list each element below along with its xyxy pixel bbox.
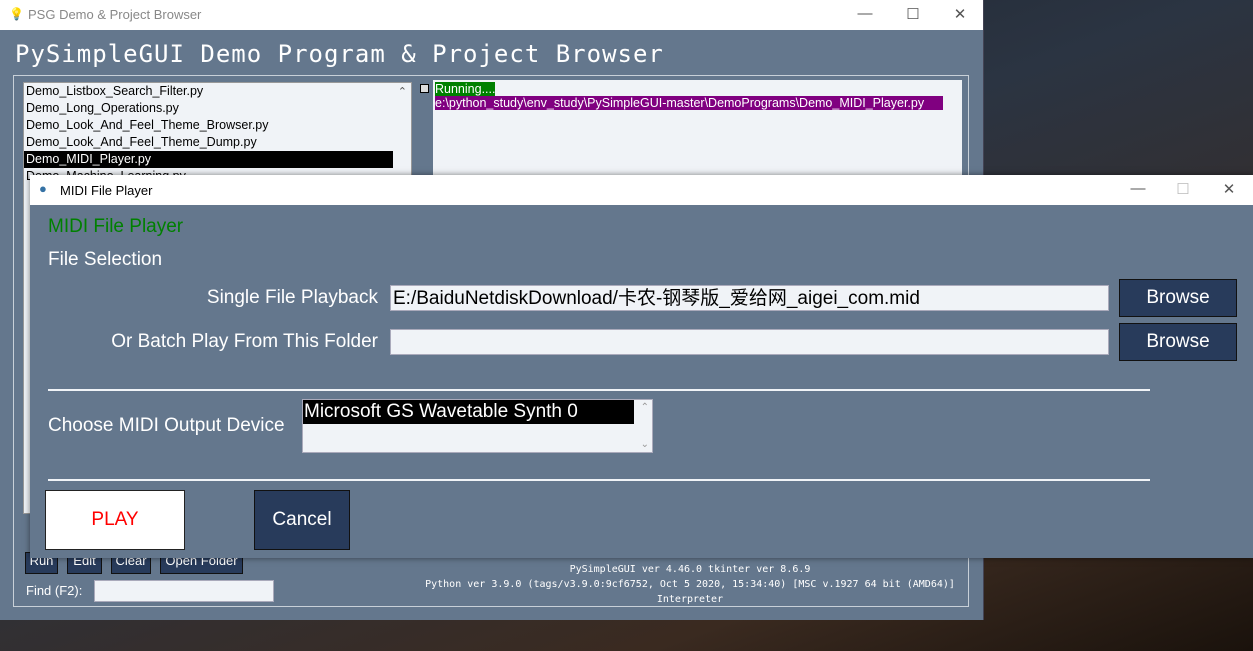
output-path: e:\python_study\env_study\PySimpleGUI-ma…	[435, 96, 943, 110]
dialog-title-bar: ● MIDI File Player — ☐ ✕	[30, 175, 1253, 205]
minimize-button[interactable]: —	[1123, 180, 1153, 197]
main-title-bar: 💡 PSG Demo & Project Browser — ☐ ✕	[0, 0, 983, 30]
interpreter-info: Interpreter	[656, 594, 724, 605]
device-label: Choose MIDI Output Device	[48, 415, 285, 436]
scroll-up-icon[interactable]: ⌃	[641, 402, 649, 413]
window-title: PSG Demo & Project Browser	[28, 7, 202, 22]
divider	[48, 389, 1150, 391]
version-info: PySimpleGUI ver 4.46.0 tkinter ver 8.6.9	[569, 564, 811, 575]
maximize-button[interactable]: ☐	[1168, 180, 1198, 198]
section-label: File Selection	[48, 249, 163, 270]
dialog-title: MIDI File Player	[60, 183, 153, 198]
close-button[interactable]: ✕	[945, 5, 975, 23]
scroll-down-icon[interactable]: ⌄	[641, 439, 649, 450]
list-item[interactable]: Demo_Look_And_Feel_Theme_Dump.py	[24, 134, 411, 151]
single-file-label: Single File Playback	[206, 287, 378, 308]
browse-file-button[interactable]: Browse	[1119, 279, 1237, 317]
python-info: Python ver 3.9.0 (tags/v3.9.0:9cf6752, O…	[425, 579, 955, 590]
cancel-button[interactable]: Cancel	[254, 490, 350, 550]
divider	[48, 479, 1150, 481]
list-item[interactable]: Demo_Look_And_Feel_Theme_Browser.py	[24, 117, 411, 134]
list-item-selected[interactable]: Microsoft GS Wavetable Synth 0	[303, 400, 634, 424]
browse-folder-button[interactable]: Browse	[1119, 323, 1237, 361]
list-item[interactable]: Demo_Long_Operations.py	[24, 100, 411, 117]
play-button[interactable]: PLAY	[45, 490, 185, 550]
page-title: PySimpleGUI Demo Program & Project Brows…	[15, 40, 664, 68]
find-input[interactable]	[94, 580, 274, 602]
minimize-button[interactable]: —	[850, 5, 880, 22]
single-file-input[interactable]: E:/BaiduNetdiskDownload/卡农-钢琴版_爱给网_aigei…	[390, 285, 1109, 311]
dialog-heading: MIDI File Player	[48, 216, 184, 237]
midi-dialog: ● MIDI File Player — ☐ ✕ MIDI File Playe…	[30, 175, 1253, 558]
list-item-selected[interactable]: Demo_MIDI_Player.py	[24, 151, 393, 168]
scroll-up-icon[interactable]: ⌃	[398, 85, 407, 98]
app-icon: 💡	[9, 7, 24, 21]
device-listbox[interactable]: Microsoft GS Wavetable Synth 0 ⌃ ⌄	[302, 399, 653, 453]
python-icon: ●	[39, 181, 47, 196]
batch-folder-input[interactable]	[390, 329, 1109, 355]
running-text: Running....	[435, 82, 496, 96]
checkbox[interactable]	[420, 84, 429, 93]
find-label: Find (F2):	[26, 583, 83, 598]
maximize-button[interactable]: ☐	[898, 5, 928, 23]
output-box[interactable]: Running.... e:\python_study\env_study\Py…	[433, 80, 962, 180]
close-button[interactable]: ✕	[1214, 180, 1244, 198]
list-item[interactable]: Demo_Listbox_Search_Filter.py	[24, 83, 411, 100]
batch-folder-label: Or Batch Play From This Folder	[111, 331, 378, 352]
